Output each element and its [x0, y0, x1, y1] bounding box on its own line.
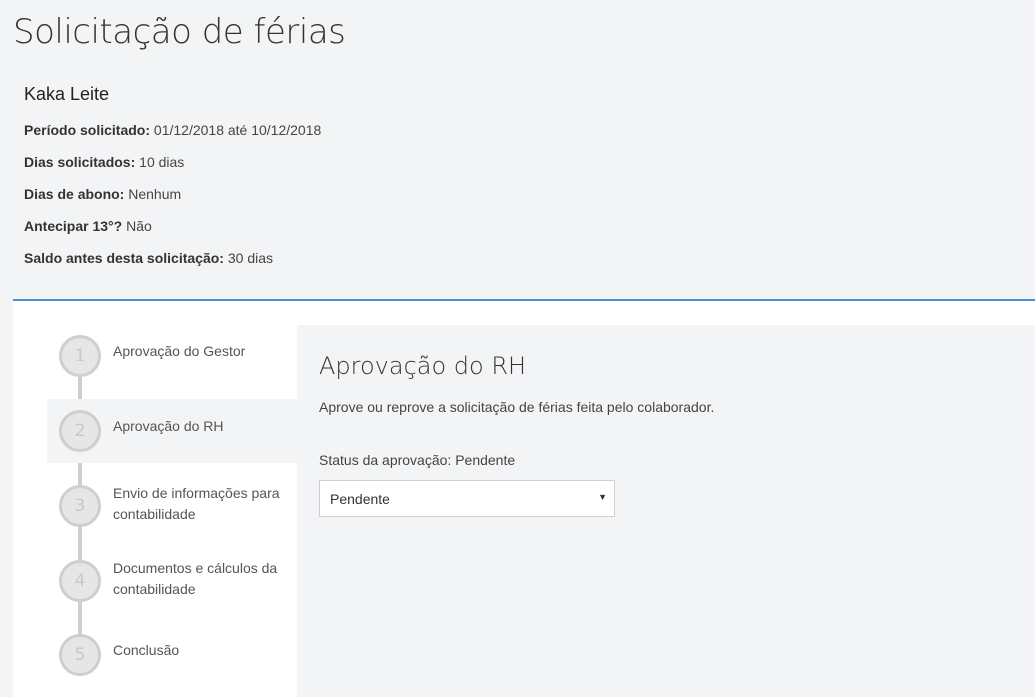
- workflow-steps: 1 Aprovação do Gestor 2 Aprovação do RH …: [47, 325, 297, 697]
- info-advance-13th-value: Não: [126, 218, 152, 234]
- info-period: Período solicitado: 01/12/2018 até 10/12…: [24, 122, 321, 138]
- approval-card: 1 Aprovação do Gestor 2 Aprovação do RH …: [13, 301, 1035, 697]
- step-label: Envio de informações para contabilidade: [113, 483, 293, 525]
- step-label: Aprovação do RH: [113, 418, 224, 434]
- step-label-line-1: Envio de informações para: [113, 485, 280, 501]
- hr-approval-panel: Aprovação do RH Aprove ou reprove a soli…: [297, 325, 1035, 697]
- step-accounting-info[interactable]: 3 Envio de informações para contabilidad…: [47, 475, 297, 539]
- step-number-badge: 5: [59, 634, 101, 676]
- approval-status-selected-value: Pendente: [330, 491, 390, 507]
- info-balance-value: 30 dias: [227, 250, 274, 266]
- info-days: Dias solicitados: 10 dias: [24, 154, 184, 170]
- info-days-label: Dias solicitados:: [24, 154, 136, 170]
- step-label-line-1: Documentos e cálculos da: [113, 560, 278, 576]
- info-period-value: 01/12/2018 até 10/12/2018: [153, 122, 322, 138]
- info-period-label: Período solicitado:: [24, 122, 151, 138]
- step-label-line-2: contabilidade: [113, 506, 196, 522]
- step-label: Conclusão: [113, 642, 180, 658]
- caret-down-icon: ▼: [598, 492, 607, 502]
- employee-name: Kaka Leite: [24, 84, 110, 104]
- panel-description: Aprove ou reprove a solicitação de féria…: [319, 399, 715, 415]
- panel-title: Aprovação do RH: [319, 352, 527, 380]
- step-number-badge: 3: [59, 485, 101, 527]
- step-number-badge: 1: [59, 335, 101, 377]
- step-number-badge: 4: [59, 560, 101, 602]
- page-title: Solicitação de férias: [13, 12, 346, 52]
- info-advance-13th: Antecipar 13°? Não: [24, 218, 152, 234]
- step-label: Aprovação do Gestor: [113, 343, 246, 359]
- info-advance-13th-label: Antecipar 13°?: [24, 218, 123, 234]
- step-label: Documentos e cálculos da contabilidade: [113, 558, 293, 600]
- step-manager-approval[interactable]: 1 Aprovação do Gestor: [47, 325, 297, 389]
- info-bonus-days: Dias de abono: Nenhum: [24, 186, 181, 202]
- approval-status-label: Status da aprovação: Pendente: [319, 452, 516, 468]
- info-days-value: 10 dias: [139, 154, 185, 170]
- step-conclusion[interactable]: 5 Conclusão: [47, 624, 297, 688]
- info-balance: Saldo antes desta solicitação: 30 dias: [24, 250, 273, 266]
- approval-status-select[interactable]: Pendente ▼: [319, 480, 615, 517]
- step-accounting-documents[interactable]: 4 Documentos e cálculos da contabilidade: [47, 550, 297, 614]
- step-number-badge: 2: [59, 410, 101, 452]
- step-label-line-2: contabilidade: [113, 581, 196, 597]
- step-hr-approval[interactable]: 2 Aprovação do RH: [47, 399, 297, 463]
- info-bonus-days-value: Nenhum: [128, 186, 182, 202]
- info-balance-label: Saldo antes desta solicitação:: [24, 250, 224, 266]
- info-bonus-days-label: Dias de abono:: [24, 186, 125, 202]
